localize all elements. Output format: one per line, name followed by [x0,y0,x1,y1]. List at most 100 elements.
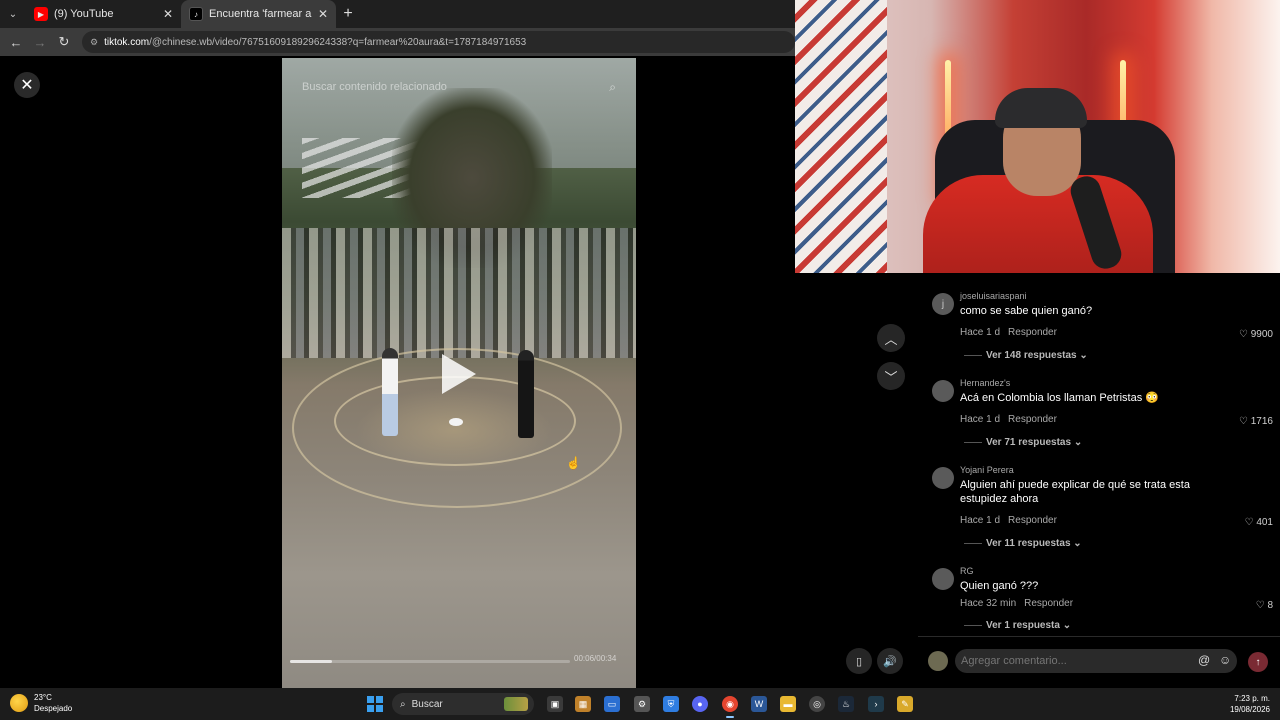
youtube-icon: ▶ [34,7,48,21]
reply-button[interactable]: Responder [1008,414,1057,425]
tab-close-icon[interactable]: ✕ [163,7,173,21]
view-replies-button[interactable]: Ver 148 respuestas ⌄ [964,350,1088,361]
comment-username[interactable]: Hernandez's [960,378,1010,388]
comment-input-bar: @ ☺ ↑ [918,636,1280,688]
word-icon[interactable]: W [751,696,767,712]
steam-icon[interactable]: ♨ [838,696,854,712]
view-replies-label: Ver 148 respuestas [986,350,1077,361]
avatar[interactable] [928,651,948,671]
tiktok-page: ✕ Buscar contenido relacionado ⌕ 00:06/0… [0,56,920,688]
comments-list[interactable]: j joseluisariaspani como se sabe quien g… [920,285,1280,635]
mention-icon[interactable]: @ [1198,653,1210,667]
reply-button[interactable]: Responder [1024,598,1073,609]
url-host: tiktok.com [104,36,150,48]
chevron-down-icon: ⌄ [1073,538,1082,549]
recorder-icon[interactable]: ◎ [809,696,825,712]
windows-taskbar: 23°C Despejado ⌕ Buscar ▣ ▦ ▭ ⚙ ⛨ ● ◉ W … [0,688,1280,720]
emoji-icon[interactable]: ☺ [1219,653,1231,667]
like-count: 8 [1267,600,1273,611]
tab-close-icon[interactable]: ✕ [318,7,328,21]
taskbar-search[interactable]: ⌕ Buscar [392,693,534,715]
video-center-object [449,418,463,426]
video-person-white [382,348,398,436]
heart-icon[interactable]: ♡ [1245,517,1254,528]
webcam-curtain [795,0,887,273]
volume-icon[interactable]: 🔊 [877,648,903,674]
play-icon[interactable] [442,354,476,394]
comment-item: Hernandez's Acá en Colombia los llaman P… [930,378,1275,458]
url-path: /@chinese.wb/video/7675160918929624338?q… [149,36,527,48]
weather-desc: Despejado [34,704,73,713]
notes-icon[interactable]: ✎ [897,696,913,712]
report-icon[interactable]: ▯ [846,648,872,674]
comment-likes[interactable]: ♡ 1716 [1239,416,1273,427]
terminal-icon[interactable]: › [868,696,884,712]
discord-icon[interactable]: ● [692,696,708,712]
taskbar-search-label: Buscar [411,698,443,710]
windows-start-icon[interactable] [367,696,383,712]
heart-icon[interactable]: ♡ [1256,600,1265,611]
comment-username[interactable]: RG [960,566,974,576]
video-progress-bar[interactable] [290,660,570,663]
comment-likes[interactable]: ♡ 8 [1256,600,1273,611]
back-icon[interactable]: ← [4,28,28,56]
reply-button[interactable]: Responder [1008,327,1057,338]
video-crowd [282,228,636,358]
heart-icon[interactable]: ♡ [1239,416,1248,427]
like-count: 1716 [1250,416,1273,427]
comment-input[interactable] [955,649,1237,673]
heart-icon[interactable]: ♡ [1239,329,1248,340]
search-highlight-icon [504,697,528,711]
view-replies-button[interactable]: Ver 1 respuesta ⌄ [964,620,1071,631]
microsoft-store-icon[interactable]: ▦ [575,696,591,712]
related-search-field[interactable]: Buscar contenido relacionado ⌕ [294,76,624,98]
webcam-overlay [795,0,1280,273]
shield-icon[interactable]: ⛨ [663,696,679,712]
reload-icon[interactable]: ↻ [52,28,76,56]
send-arrow-icon[interactable]: ↑ [1248,652,1268,672]
comment-text: Acá en Colombia los llaman Petristas 😳 [960,392,1159,404]
tiktok-icon: ♪ [189,7,203,21]
weather-temp: 23°C [34,693,52,702]
comment-likes[interactable]: ♡ 401 [1245,517,1273,528]
comment-username[interactable]: Yojani Perera [960,465,1014,475]
file-explorer-icon[interactable]: ▬ [780,696,796,712]
chevron-down-icon: ⌄ [1062,620,1072,631]
avatar[interactable] [932,467,954,489]
weather-widget[interactable]: 23°C Despejado [10,692,72,714]
previous-video-chevron-up-icon[interactable]: ︿ [877,324,905,352]
comment-likes[interactable]: ♡ 9900 [1239,329,1273,340]
mouse-cursor-icon: ☝ [566,456,581,470]
forward-icon[interactable]: → [28,28,52,56]
site-info-icon[interactable]: ⚙ [90,37,98,48]
system-clock[interactable]: 7:23 p. m. 19/08/2026 [1230,693,1270,715]
settings-gear-icon[interactable]: ⚙ [634,696,650,712]
tab-youtube[interactable]: ▶ (9) YouTube ✕ [26,0,181,28]
view-replies-label: Ver 71 respuestas [986,437,1072,448]
url-field[interactable]: ⚙ tiktok.com/@chinese.wb/video/767516091… [82,31,795,53]
search-icon[interactable]: ⌕ [609,80,616,95]
next-video-chevron-down-icon[interactable]: ﹀ [877,362,905,390]
tab-search-chevron-icon[interactable]: ⌄ [0,0,26,28]
reply-button[interactable]: Responder [1008,515,1057,526]
view-replies-button[interactable]: Ver 11 respuestas ⌄ [964,538,1082,549]
comment-meta: Hace 1 d Responder [960,327,1057,338]
new-tab-icon[interactable]: + [336,5,360,23]
comment-text: como se sabe quien ganó? [960,305,1093,317]
close-video-icon[interactable]: ✕ [14,72,40,98]
tab-tiktok[interactable]: ♪ Encuentra 'farmear aura' en TikTok ✕ [181,0,336,28]
task-view-icon[interactable]: ▣ [547,696,563,712]
photos-icon[interactable]: ▭ [604,696,620,712]
avatar[interactable]: j [932,293,954,315]
avatar[interactable] [932,568,954,590]
avatar[interactable] [932,380,954,402]
related-search-placeholder: Buscar contenido relacionado [302,81,447,93]
video-timecode: 00:06/00:34 [574,654,617,663]
comment-meta: Hace 1 d Responder [960,414,1057,425]
comment-text: Alguien ahí puede explicar de qué se tra… [960,479,1190,505]
video-player[interactable]: Buscar contenido relacionado ⌕ 00:06/00:… [282,58,636,688]
view-replies-label: Ver 1 respuesta [986,620,1060,631]
view-replies-button[interactable]: Ver 71 respuestas ⌄ [964,437,1082,448]
comment-username[interactable]: joseluisariaspani [960,291,1027,301]
chrome-icon[interactable]: ◉ [722,696,738,718]
